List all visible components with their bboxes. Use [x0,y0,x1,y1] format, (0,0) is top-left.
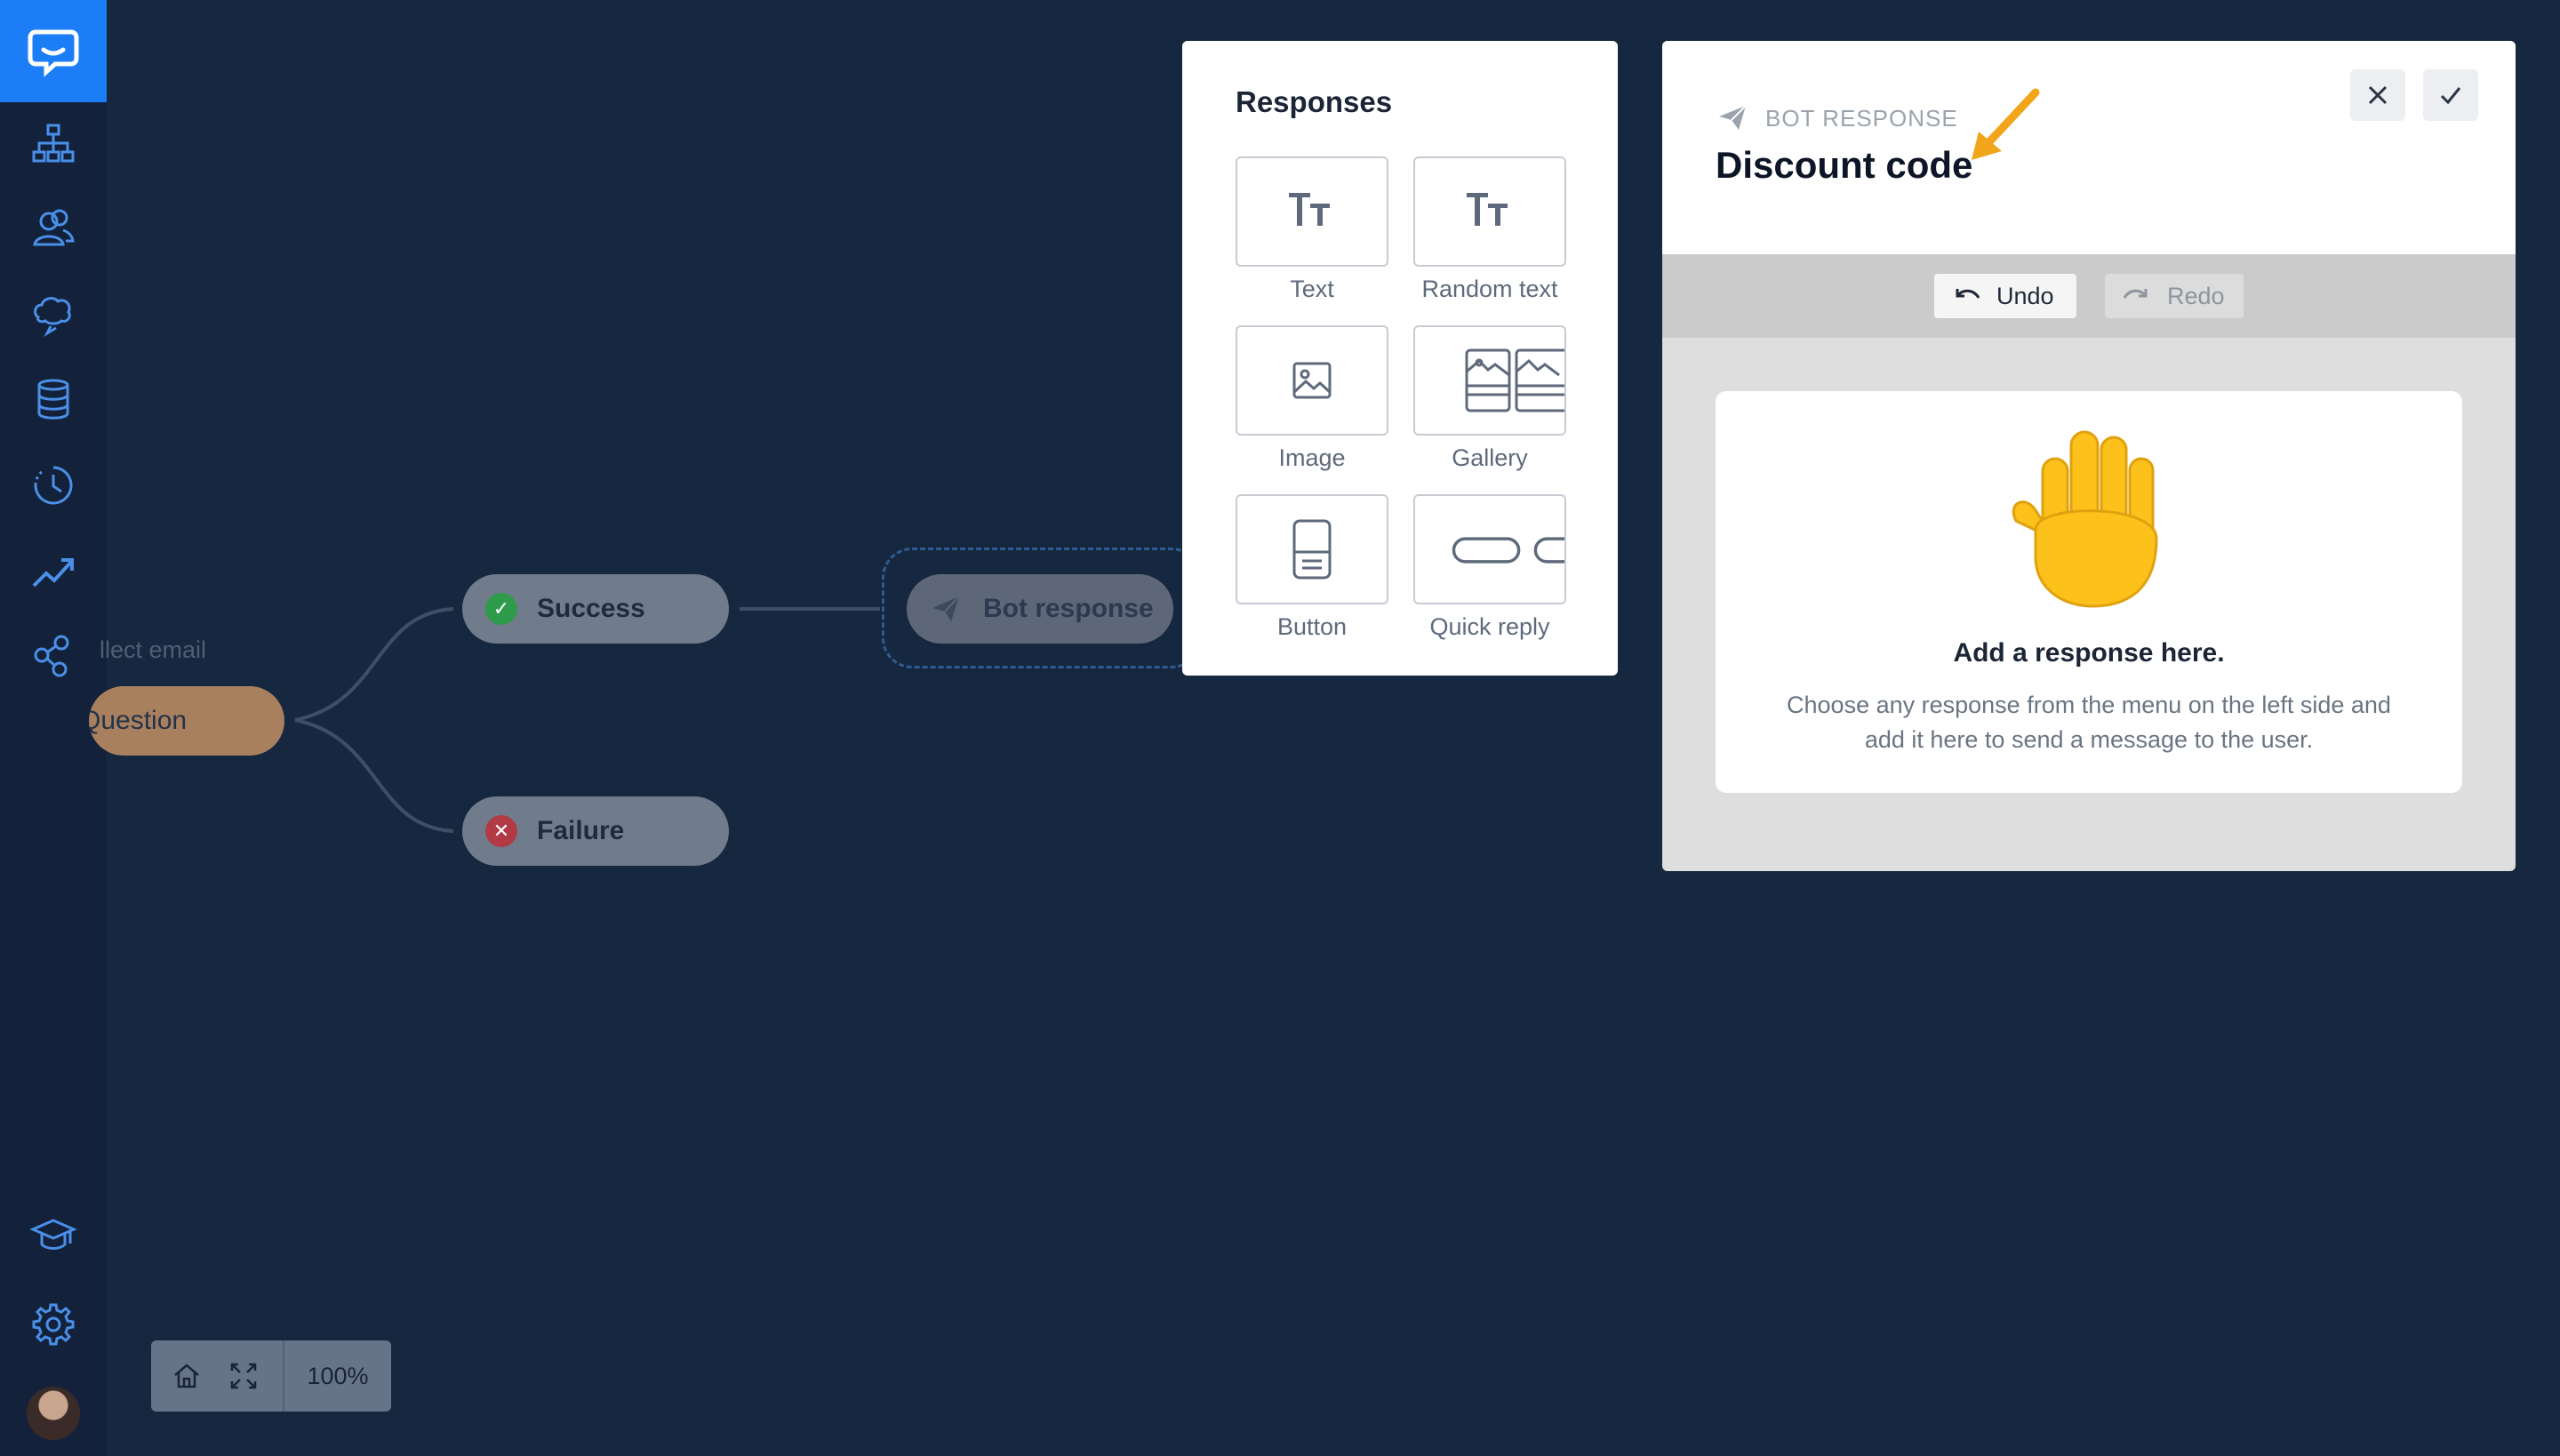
response-text[interactable]: Text [1236,156,1388,303]
fullscreen-icon[interactable] [215,1340,272,1412]
chatbot-logo[interactable] [0,0,107,102]
user-avatar[interactable] [27,1387,80,1440]
response-drop-area[interactable]: Add a response here. Choose any response… [1716,391,2462,793]
bot-response-node[interactable]: Bot response [907,574,1173,644]
raised-hand-icon [2000,423,2178,614]
response-gallery-label: Gallery [1452,444,1528,471]
question-node[interactable]: Question [89,686,284,756]
close-icon [2365,83,2390,108]
pointer-arrow-icon [1964,85,2053,170]
undo-label: Undo [1996,282,2054,309]
database-icon[interactable] [27,373,80,427]
settings-icon[interactable] [27,1298,80,1351]
paper-plane-icon [930,593,962,625]
response-quick-reply[interactable]: Quick reply [1413,494,1566,641]
editor-subtitle: BOT RESPONSE [1765,105,1958,132]
drop-area-title: Add a response here. [1953,638,2225,668]
response-text-label: Text [1290,276,1334,302]
success-node[interactable]: ✓ Success [462,574,729,644]
close-button[interactable] [2350,69,2405,121]
responses-title: Responses [1236,85,1393,118]
editor-header: BOT RESPONSE Discount code [1662,41,2516,254]
question-node-label: llect email [100,636,207,663]
response-image-label: Image [1278,444,1346,471]
failure-node-label: Failure [537,816,625,845]
check-icon: ✓ [485,593,517,625]
undo-icon [1952,285,1980,307]
bot-response-node-label: Bot response [983,594,1154,623]
redo-icon [2123,285,2151,307]
response-gallery[interactable]: Gallery [1413,325,1566,472]
success-node-label: Success [537,594,645,623]
response-button[interactable]: Button [1236,494,1388,641]
responses-panel: Responses Text Random text Image Gallery… [1182,41,1618,676]
zoom-level: 100% [307,1362,369,1389]
redo-label: Redo [2167,282,2225,309]
response-button-label: Button [1276,613,1348,640]
cross-icon: ✕ [485,815,517,847]
image-icon [1236,325,1388,436]
users-icon[interactable] [27,203,80,256]
response-quick-reply-label: Quick reply [1429,613,1550,640]
integrations-icon[interactable] [27,629,80,683]
editor-title[interactable]: Discount code [1716,144,1972,187]
response-image[interactable]: Image [1236,325,1388,472]
academy-icon[interactable] [27,1209,80,1262]
response-random-text-label: Random text [1421,276,1558,302]
home-icon[interactable] [158,1340,215,1412]
question-node-title: Question [89,706,188,735]
flow-icon[interactable] [27,117,80,171]
text-icon [1236,156,1388,267]
chat-cloud-icon[interactable] [27,288,80,341]
analytics-icon[interactable] [27,544,80,597]
gallery-icon [1413,325,1566,436]
random-text-icon [1413,156,1566,267]
confirm-button[interactable] [2423,69,2478,121]
drop-area-description: Choose any response from the menu on the… [1787,692,2391,753]
redo-button[interactable]: Redo [2105,274,2244,318]
paper-plane-icon [1717,103,1748,132]
chat-logo-icon [28,29,79,77]
bot-response-editor: BOT RESPONSE Discount code Undo Redo Add… [1662,41,2516,871]
response-random-text[interactable]: Random text [1413,156,1566,303]
zoom-controls: 100% [151,1340,391,1412]
quick-reply-icon [1413,494,1566,604]
undo-redo-bar: Undo Redo [1662,254,2516,338]
check-icon [2438,83,2463,108]
history-icon[interactable] [27,459,80,512]
button-icon [1236,494,1388,604]
failure-node[interactable]: ✕ Failure [462,796,729,866]
undo-button[interactable]: Undo [1934,274,2076,318]
